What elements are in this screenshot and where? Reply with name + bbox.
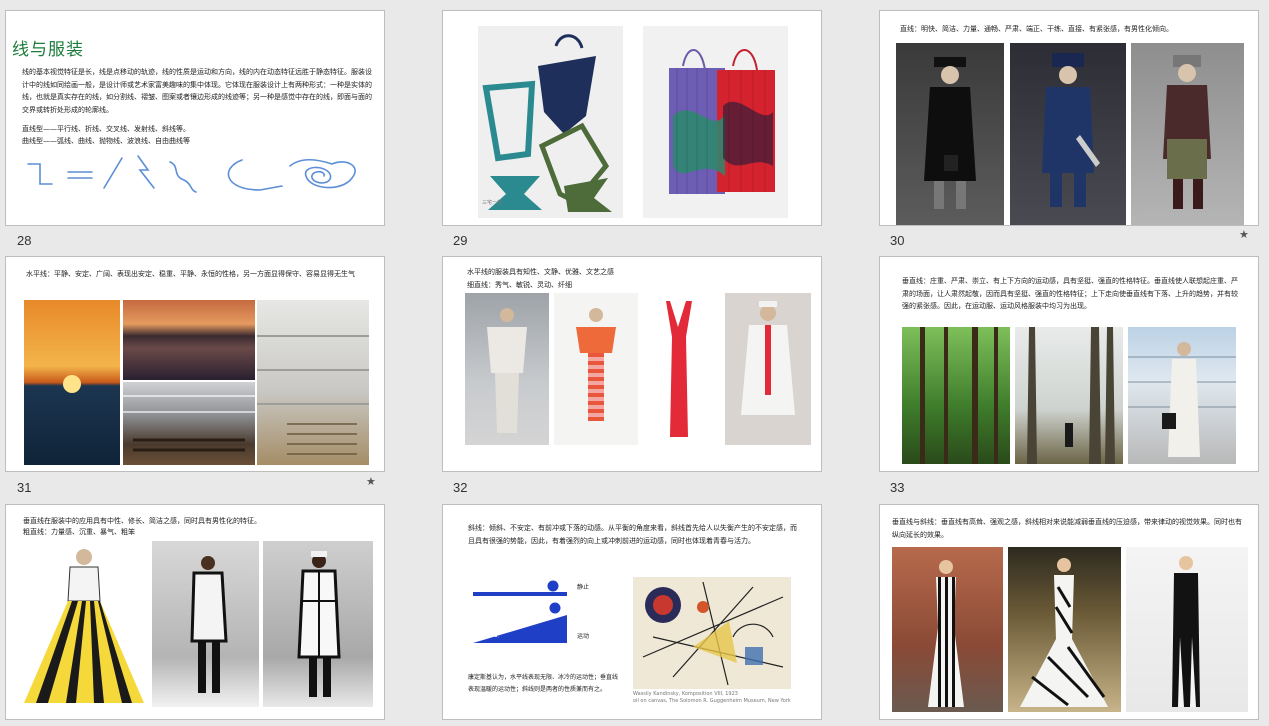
bags-illustration xyxy=(482,34,612,212)
photo-coat-look-2 xyxy=(1010,43,1126,225)
star-icon: ★ xyxy=(1239,228,1249,241)
figure-silhouette xyxy=(297,551,341,697)
star-icon: ★ xyxy=(366,475,376,488)
slide-34-thumbnail[interactable]: 垂直线在服装中的应用具有中性、修长、简洁之感，同时具有男性化的特征。 粗直线：力… xyxy=(5,504,385,720)
photo-striped-dress xyxy=(554,293,638,445)
slide-paragraph: 线的基本视觉特征是长，线是点移动的轨迹，线的性质是运动和方向，线的内在动态特征远… xyxy=(22,68,372,114)
slide-text: 直线：明快、简洁、力量、通畅、严肃、端正、干练、直接、有紧张感，有男性化倾向。 xyxy=(900,25,1173,33)
slide-29-thumbnail[interactable]: 三宅一生 xyxy=(442,10,822,226)
slide-32-thumbnail[interactable]: 水平线的服装具有知性、文静、优雅、文艺之感 细直线：秀气、敏锐、灵动、纤细 xyxy=(442,256,822,472)
photo-coat-look-3 xyxy=(1131,43,1244,225)
photo-caption: 三宅一生 xyxy=(482,200,503,206)
figure-silhouette xyxy=(928,560,964,707)
photo-kandinsky-composition xyxy=(633,577,791,689)
slide-text-2: 细直线：秀气、敏锐、灵动、纤细 xyxy=(467,281,572,289)
slide-bottom-text: 康定斯基认为，水平线表现无限、冰冷的运动性；垂直线表现温暖的运动性；斜线则是两者… xyxy=(468,674,619,693)
figure-silhouette xyxy=(576,308,616,421)
figure-silhouette xyxy=(1042,53,1100,207)
photo-striped-gown xyxy=(20,541,148,707)
slide-title: 线与服装 xyxy=(12,35,142,60)
library-lines xyxy=(123,395,255,452)
photo-runway-mono-1 xyxy=(152,541,259,707)
gown-shape xyxy=(24,549,144,703)
slide-31-thumbnail[interactable]: 水平线：平静、安定、广阔、表现出安定、稳重、平静、永恒的性格，另一方面显得保守、… xyxy=(5,256,385,472)
slide-text: 垂直线与斜线：垂直线有高耸、强观之感，斜线相对来说能减弱垂直线的压迫感，带来律动… xyxy=(892,518,1242,539)
slide-number: 32 xyxy=(453,480,468,495)
slide-text: 斜线：倾斜、不安定、有前冲或下落的动感。从平衡的角度来看，斜线首先给人以失衡产生… xyxy=(468,524,797,545)
sun-shape xyxy=(63,375,81,393)
photo-pleats-bags-2 xyxy=(643,26,788,218)
slide-28-thumbnail[interactable]: 线与服装 线的基本视觉特征是长，线是点移动的轨迹，线的性质是运动和方向，线的内在… xyxy=(5,10,385,226)
photo-sunset-sea xyxy=(24,300,120,465)
photo-striped-gown-street xyxy=(892,547,1003,712)
figure-silhouette xyxy=(1128,342,1236,457)
photo-white-outfit xyxy=(465,293,549,445)
figure-silhouette xyxy=(924,57,976,209)
photo-lake-dusk xyxy=(123,300,255,380)
photo-coat-look-1 xyxy=(896,43,1004,225)
atrium-lines xyxy=(257,335,369,455)
photo-white-red-dress xyxy=(725,293,811,445)
figure-silhouette xyxy=(190,556,228,693)
slide-text-2: 粗直线：力量感、沉重、暴气、粗笨 xyxy=(23,528,135,536)
slide-line-straight: 直线型——平行线、折线、交叉线、发射线、斜线等。 xyxy=(22,125,190,133)
painting-caption: Wassily Kandinsky, Komposition VIII, 192… xyxy=(633,691,791,704)
photo-runway-mono-2 xyxy=(263,541,373,707)
photo-library-interior xyxy=(123,382,255,465)
label-motion: 运动 xyxy=(577,633,590,640)
slide-text: 垂直线：庄重、严肃、崇立、有上下方向的运动感，具有坚挺、强直的性格特征。垂直线使… xyxy=(902,277,1238,310)
balance-diagram xyxy=(473,580,567,643)
photo-red-pleated-dress xyxy=(648,297,710,442)
photo-black-gown xyxy=(1126,547,1248,712)
slide-number: 29 xyxy=(453,233,468,248)
label-static: 静止 xyxy=(577,584,590,591)
slide-30-thumbnail[interactable]: 直线：明快、简洁、力量、通畅、严肃、端正、干练、直接、有紧张感，有男性化倾向。 xyxy=(879,10,1259,226)
photo-striped-gown-runway xyxy=(1008,547,1121,712)
slide-number: 33 xyxy=(890,480,905,495)
painting-shapes xyxy=(642,581,784,686)
line-sketches xyxy=(27,155,356,193)
figure-silhouette xyxy=(1172,556,1200,707)
slide-33-thumbnail[interactable]: 垂直线：庄重、严肃、崇立、有上下方向的运动感，具有坚挺、强直的性格特征。垂直线使… xyxy=(879,256,1259,472)
slide-35-thumbnail[interactable]: 斜线：倾斜、不安定、有前冲或下落的动感。从平衡的角度来看，斜线首先给人以失衡产生… xyxy=(442,504,822,720)
dress-shape xyxy=(666,301,692,437)
figure-silhouette xyxy=(741,301,795,415)
figure-silhouette xyxy=(487,308,527,433)
tree-trunks xyxy=(920,327,998,464)
slide-number: 31 xyxy=(17,480,32,495)
photo-street-style xyxy=(1128,327,1236,464)
slide-number: 28 xyxy=(17,233,32,248)
slide-number: 30 xyxy=(890,233,905,248)
photo-pleats-bags-1 xyxy=(478,26,623,218)
slide-text-1: 水平线的服装具有知性、文静、优雅、文艺之感 xyxy=(467,268,614,276)
photo-atrium xyxy=(257,300,369,465)
slide-text: 水平线：平静、安定、广阔、表现出安定、稳重、平静、永恒的性格，另一方面显得保守、… xyxy=(26,270,355,278)
bags-illustration xyxy=(669,49,775,194)
photo-tall-trees xyxy=(1015,327,1123,464)
tree-trunks xyxy=(1027,327,1115,464)
figure-silhouette xyxy=(1163,55,1211,209)
figure-silhouette xyxy=(1020,558,1108,707)
slide-36-thumbnail[interactable]: 垂直线与斜线：垂直线有高耸、强观之感，斜线相对来说能减弱垂直线的压迫感，带来律动… xyxy=(879,504,1259,720)
photo-forest xyxy=(902,327,1010,464)
